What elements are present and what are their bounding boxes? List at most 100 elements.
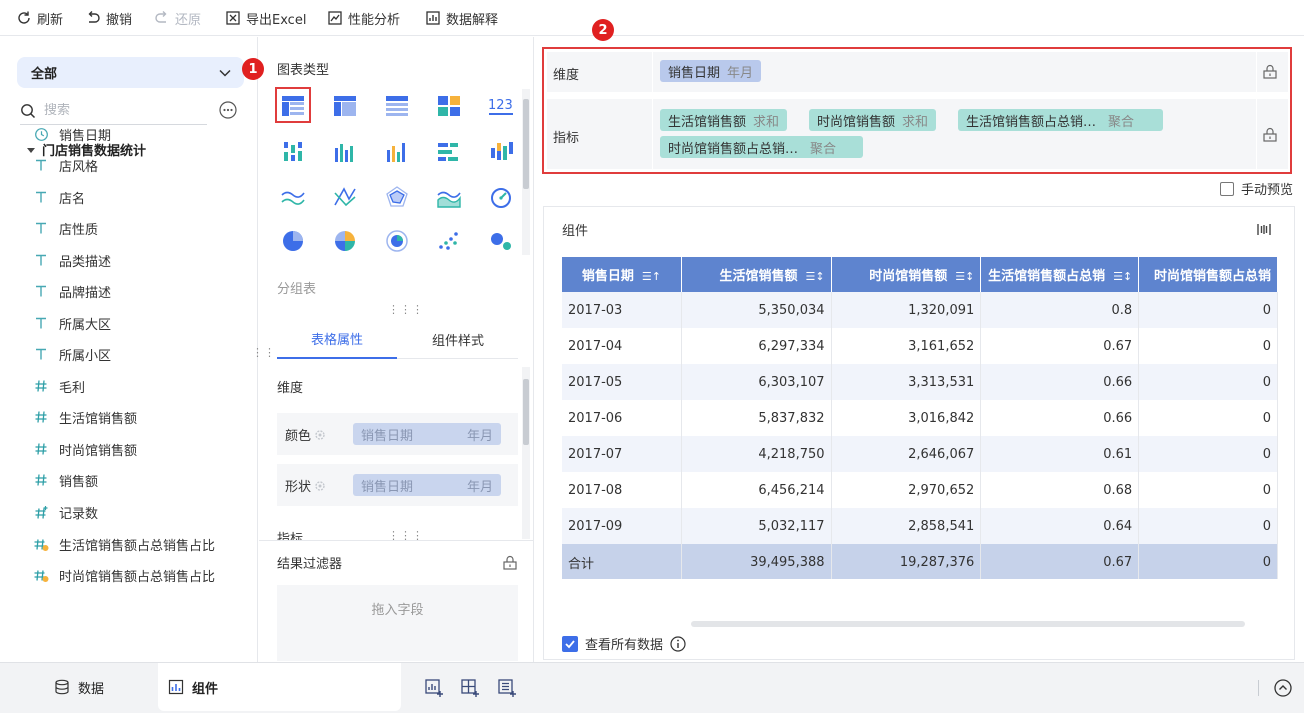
metric-row: 指标 生活馆销售额 求和 时尚馆销售额 求和 生活馆销售额占总销… 聚合 时尚馆…: [547, 99, 1288, 169]
grouped-table-icon[interactable]: [280, 94, 306, 118]
search-row: [20, 97, 238, 125]
multi-series-bar-icon[interactable]: [332, 140, 358, 164]
search-input[interactable]: [44, 103, 194, 118]
undo-button[interactable]: 撤销: [85, 0, 132, 36]
table-horizontal-scrollbar[interactable]: [691, 621, 1245, 627]
refresh-button[interactable]: 刷新: [16, 0, 63, 36]
metric-pill[interactable]: 生活馆销售额占总销… 聚合: [958, 109, 1163, 131]
field-item-11[interactable]: 时尚馆销售额: [32, 439, 137, 459]
chart-type-scrollbar[interactable]: [522, 89, 530, 255]
metric-pill[interactable]: 时尚馆销售额 求和: [809, 109, 937, 131]
line-chart-icon[interactable]: [280, 185, 306, 209]
column-header[interactable]: 时尚馆销售额占总销: [1138, 257, 1278, 292]
gauge-chart-icon[interactable]: [488, 185, 514, 209]
horizontal-bar-icon[interactable]: [436, 140, 462, 164]
field-item-13[interactable]: 记录数: [32, 502, 98, 522]
property-scroll-thumb[interactable]: [523, 379, 529, 445]
field-item-1[interactable]: 销售日期: [32, 124, 111, 144]
chevron-up-circle-icon[interactable]: [1273, 678, 1293, 698]
metric-pill-agg: 聚合: [810, 141, 837, 157]
area-chart-icon[interactable]: [436, 185, 462, 209]
filter-drop-zone[interactable]: 拖入字段: [277, 585, 518, 661]
field-item-9[interactable]: 毛利: [32, 376, 85, 396]
property-scrollbar[interactable]: [522, 367, 530, 539]
field-item-10[interactable]: 生活馆销售额: [32, 407, 137, 427]
export-excel-button[interactable]: 导出Excel: [225, 0, 306, 36]
add-chart-component-icon[interactable]: [424, 678, 444, 698]
rose-chart-icon[interactable]: [384, 229, 410, 253]
sort-icon[interactable]: ☰↕: [955, 270, 974, 283]
calculated-field-icon: [32, 566, 50, 584]
lock-icon[interactable]: [1262, 64, 1278, 80]
table-cell: 0: [1138, 292, 1278, 328]
performance-button[interactable]: 性能分析: [327, 0, 400, 36]
column-header[interactable]: 生活馆销售额占总销 ☰↕: [980, 257, 1140, 292]
field-item-3[interactable]: 店名: [32, 187, 85, 207]
field-item-7[interactable]: 所属大区: [32, 313, 111, 333]
shape-field-chip[interactable]: 销售日期 年月: [353, 474, 501, 496]
view-all-data-toggle[interactable]: 查看所有数据: [562, 634, 686, 653]
info-icon[interactable]: [670, 635, 686, 652]
radar-chart-icon[interactable]: [384, 185, 410, 209]
left-panel-resize-handle[interactable]: ⋮⋮: [252, 346, 276, 359]
field-item-15[interactable]: 时尚馆销售额占总销售占比: [32, 565, 215, 585]
lock-icon[interactable]: [1262, 127, 1278, 143]
field-item-8[interactable]: 所属小区: [32, 344, 111, 364]
stacked-bar-icon[interactable]: [488, 140, 514, 164]
field-item-5[interactable]: 品类描述: [32, 250, 111, 270]
sort-icon[interactable]: ☰↑: [642, 270, 661, 283]
field-item-12[interactable]: 销售额: [32, 470, 98, 490]
metric-pill[interactable]: 时尚馆销售额占总销… 聚合: [660, 136, 863, 158]
bubble-chart-icon[interactable]: [488, 229, 514, 253]
kpi-card-icon[interactable]: [436, 94, 462, 118]
splitter-handle-bottom[interactable]: ⋮⋮⋮: [388, 529, 424, 542]
field-item-6[interactable]: 品牌描述: [32, 281, 111, 301]
field-item-4[interactable]: 店性质: [32, 218, 98, 238]
splitter-handle-top[interactable]: ⋮⋮⋮: [388, 303, 424, 316]
metric-pill[interactable]: 生活馆销售额 求和: [660, 109, 788, 131]
chart-settings-icon[interactable]: [1256, 221, 1272, 237]
dimension-pill[interactable]: 销售日期 年月: [660, 60, 762, 82]
colored-bar-icon[interactable]: [384, 140, 410, 164]
table-body: 2017-03 5,350,034 1,320,091 0.8 0 2017-04 6,29…: [562, 292, 1278, 579]
table-cell: 2017-09: [562, 508, 682, 544]
color-field-chip[interactable]: 销售日期 年月: [353, 423, 501, 445]
data-explain-button[interactable]: 数据解释: [425, 0, 498, 36]
pie-chart-icon[interactable]: [280, 229, 306, 253]
column-header[interactable]: 时尚馆销售额 ☰↕: [831, 257, 982, 292]
manual-preview-toggle[interactable]: 手动预览: [1220, 179, 1293, 198]
indicator-card-icon[interactable]: 123: [488, 94, 514, 118]
column-header[interactable]: 生活馆销售额 ☰↕: [681, 257, 832, 292]
component-icon: [168, 679, 184, 695]
color-property-label: 颜色: [285, 425, 326, 444]
tab-data[interactable]: 数据: [0, 663, 158, 711]
chart-type-scroll-thumb[interactable]: [523, 99, 529, 189]
redo-label: 还原: [175, 12, 202, 28]
scatter-chart-icon[interactable]: [436, 229, 462, 253]
gear-icon[interactable]: [314, 429, 326, 441]
column-header[interactable]: 销售日期 ☰↑: [562, 257, 682, 292]
scope-select[interactable]: 全部: [17, 57, 244, 88]
detail-table-icon[interactable]: [384, 94, 410, 118]
grouped-bar-icon[interactable]: [280, 140, 306, 164]
tab-table-properties[interactable]: 表格属性: [277, 319, 397, 359]
text-type-icon: [32, 188, 50, 206]
redo-button[interactable]: 还原: [154, 0, 201, 36]
view-all-checkbox[interactable]: [562, 635, 578, 652]
cross-line-chart-icon[interactable]: [332, 185, 358, 209]
cross-table-icon[interactable]: [332, 94, 358, 118]
add-table-component-icon[interactable]: [460, 678, 480, 698]
add-list-component-icon[interactable]: [497, 678, 517, 698]
more-options-icon[interactable]: [219, 101, 237, 119]
gear-icon[interactable]: [314, 480, 326, 492]
tab-component[interactable]: 组件: [158, 663, 401, 711]
tab-component-style[interactable]: 组件样式: [398, 319, 518, 359]
manual-preview-checkbox[interactable]: [1220, 181, 1234, 196]
multi-pie-icon[interactable]: [332, 229, 358, 253]
sort-icon[interactable]: ☰↕: [805, 270, 824, 283]
sort-icon[interactable]: ☰↕: [1113, 270, 1132, 283]
field-item-14[interactable]: 生活馆销售额占总销售占比: [32, 534, 215, 554]
field-item-2[interactable]: 店风格: [32, 155, 98, 175]
table-cell: 0.66: [980, 364, 1140, 400]
lock-icon[interactable]: [502, 555, 518, 571]
